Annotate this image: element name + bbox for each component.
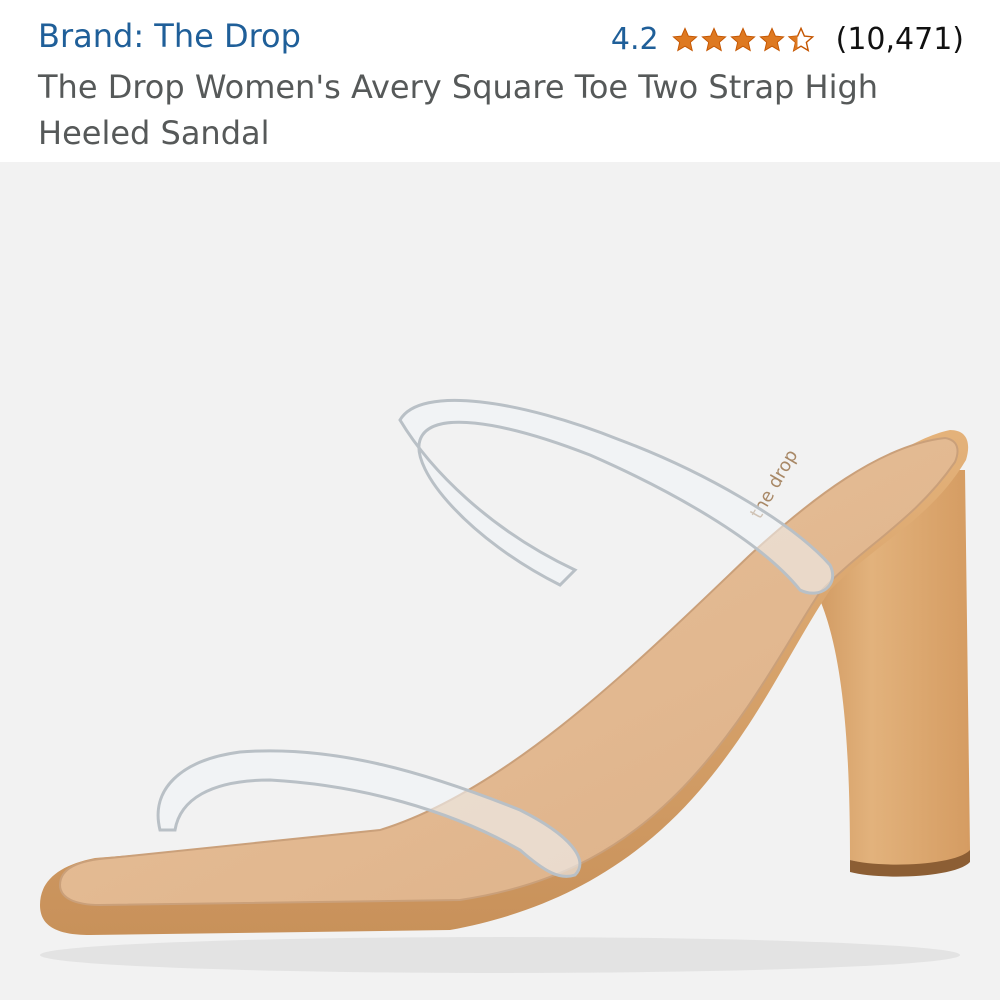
star-icon xyxy=(729,27,756,52)
rating-value: 4.2 xyxy=(610,22,659,57)
product-page: Brand: The Drop 4.2 (10,471) The Drop Wo… xyxy=(0,0,1000,1000)
product-image[interactable]: the drop xyxy=(0,162,1000,1000)
rating-summary[interactable]: 4.2 (10,471) xyxy=(611,18,964,62)
star-rating xyxy=(671,26,816,54)
product-header: Brand: The Drop 4.2 (10,471) The Drop Wo… xyxy=(0,0,1000,162)
shadow xyxy=(40,937,960,973)
star-icon xyxy=(671,27,698,52)
half-star-icon xyxy=(787,26,814,52)
rating-count: (10,471) xyxy=(835,22,964,57)
product-title: The Drop Women's Avery Square Toe Two St… xyxy=(38,68,879,152)
star-icon xyxy=(758,27,785,52)
brand-link[interactable]: Brand: The Drop xyxy=(38,14,301,58)
star-icon xyxy=(700,27,727,52)
sandal-illustration: the drop xyxy=(40,398,970,973)
